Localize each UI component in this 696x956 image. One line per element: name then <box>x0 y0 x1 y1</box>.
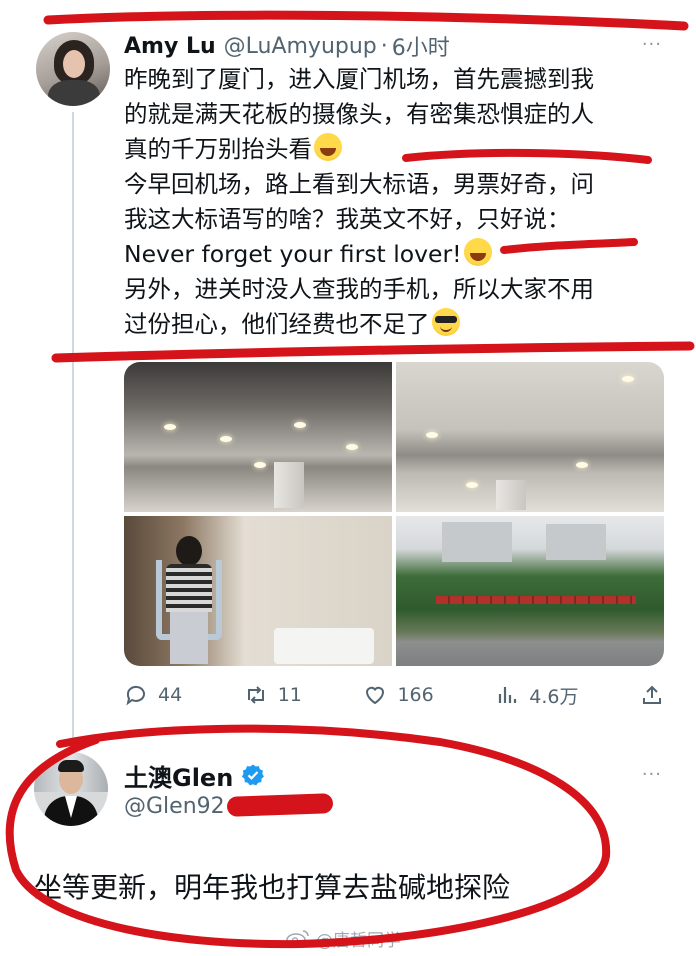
more-options-icon[interactable]: ··· <box>642 764 662 785</box>
thread-connector-line <box>72 112 74 742</box>
retweet-icon <box>247 686 264 704</box>
redaction-mark <box>226 793 333 817</box>
separator-dot: · <box>380 33 388 59</box>
mirror-selfie-photo[interactable] <box>124 516 392 666</box>
tweet-line: 过份担心，他们经费也不足了 <box>124 307 664 342</box>
photo-grid <box>124 362 664 666</box>
tweet-line: 昨晚到了厦门，进入厦门机场，首先震撼到我 <box>124 65 594 93</box>
retweet-button[interactable]: 11 <box>244 683 302 707</box>
watermark: @唐哲同学 <box>286 926 401 951</box>
tweet-text: 昨晚到了厦门，进入厦门机场，首先震撼到我 的就是满天花板的摄像头，有密集恐惧症的… <box>124 62 664 342</box>
author-name[interactable]: Amy Lu <box>124 34 216 59</box>
share-button[interactable] <box>640 683 664 707</box>
weibo-icon <box>286 930 309 947</box>
verified-badge-icon <box>242 764 265 786</box>
face-with-tears-of-joy-icon <box>463 238 492 266</box>
more-options-icon[interactable]: ··· <box>642 34 662 55</box>
views-button[interactable]: 4.6万 <box>495 682 578 709</box>
avatar[interactable] <box>36 32 110 106</box>
analytics-icon <box>499 687 517 703</box>
author-handle[interactable]: @Glen92 <box>124 793 333 819</box>
airport-ceiling-cameras-photo[interactable] <box>124 362 392 512</box>
share-icon <box>642 685 661 704</box>
reply-icon <box>126 685 145 706</box>
roadside-slogan-fence-photo[interactable] <box>396 516 664 666</box>
watermark-text: @唐哲同学 <box>316 930 401 951</box>
tweet-line: 我这大标语写的啥？我英文不好，只好说： <box>124 205 571 233</box>
reply-button[interactable]: 44 <box>124 683 182 707</box>
smiling-face-with-sunglasses-icon <box>431 308 460 336</box>
heart-icon <box>366 686 385 705</box>
tweet-line: Never forget your first lover! <box>124 237 664 272</box>
tweet-amy-lu[interactable]: Amy Lu @LuAmyupup · 6小时 ··· 昨晚到了厦门，进入厦门机… <box>0 0 696 742</box>
author-name[interactable]: 土澳Glen <box>124 758 233 793</box>
timestamp[interactable]: 6小时 <box>392 30 450 62</box>
retweet-count: 11 <box>277 684 302 706</box>
face-with-tears-of-joy-icon <box>314 133 342 161</box>
tweet-action-bar: 44 11 166 4.6万 <box>124 678 664 712</box>
tweet-header: Amy Lu @LuAmyupup · 6小时 <box>124 30 450 62</box>
avatar[interactable] <box>34 752 108 826</box>
screenshot: { "tweet1": { "author_name": "Amy Lu", "… <box>0 0 696 956</box>
like-button[interactable]: 166 <box>363 683 434 707</box>
tweet-line: 今早回机场，路上看到大标语，男票好奇，问 <box>124 170 594 198</box>
airport-ceiling-cameras-photo[interactable] <box>396 362 664 512</box>
view-count: 4.6万 <box>529 685 579 708</box>
tweet-header: 土澳Glen <box>124 758 265 792</box>
tweet-line: 的就是满天花板的摄像头，有密集恐惧症的人 <box>124 100 594 128</box>
like-count: 166 <box>397 684 434 706</box>
reply-count: 44 <box>158 684 183 706</box>
tweet-line: 真的千万别抬头看 <box>124 132 664 167</box>
tweet-line: 另外，进关时没人查我的手机，所以大家不用 <box>124 275 594 303</box>
author-handle[interactable]: @LuAmyupup <box>224 34 377 59</box>
tweet-text: 坐等更新，明年我也打算去盐碱地探险 <box>34 871 511 904</box>
